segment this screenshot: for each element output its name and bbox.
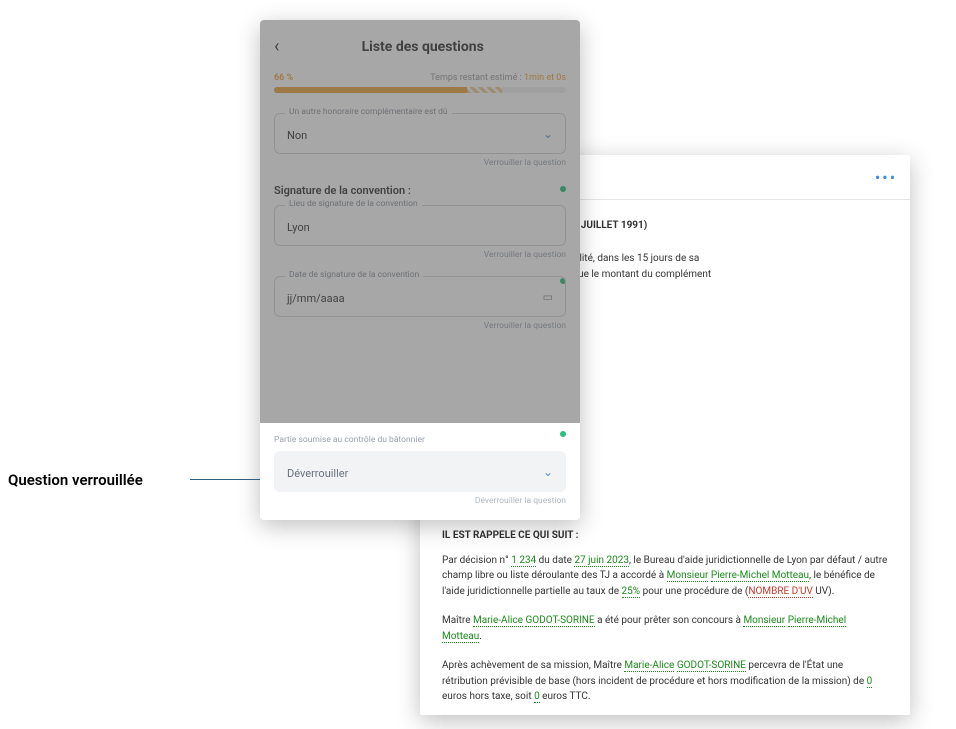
calendar-icon: ▭ xyxy=(543,290,553,303)
document-paragraph: Par décision n° 1 234 du date 27 juin 20… xyxy=(442,553,888,600)
progress-fill xyxy=(274,87,467,93)
status-indicator xyxy=(560,186,566,192)
panel-header: ‹ Liste des questions xyxy=(260,20,580,73)
field-legend: Un autre honoraire complémentaire est dû xyxy=(285,107,452,117)
progress-time-label: Temps restant estimé : xyxy=(430,73,522,83)
title-link[interactable]: Monsieur xyxy=(743,615,785,627)
question-group: Un autre honoraire complémentaire est dû… xyxy=(260,103,580,174)
title-link[interactable]: Monsieur xyxy=(667,570,709,582)
progress-time-value: 1min et 0s xyxy=(524,73,566,83)
input-date-signature[interactable]: Date de signature de la convention jj/mm… xyxy=(274,276,566,317)
chevron-down-icon: ⌄ xyxy=(543,465,553,479)
lock-question-link[interactable]: Verrouiller la question xyxy=(274,321,566,331)
more-options-button[interactable]: ••• xyxy=(872,165,900,189)
lock-question-link[interactable]: Verrouiller la question xyxy=(274,158,566,168)
input-lieu-signature[interactable]: Lieu de signature de la convention Lyon xyxy=(274,205,566,246)
select-honoraire[interactable]: Un autre honoraire complémentaire est dû… xyxy=(274,113,566,154)
annotation-label: Question verrouillée xyxy=(8,471,143,489)
field-legend: Partie soumise au contrôle du bâtonnier xyxy=(274,435,566,445)
progress-section: 66 % Temps restant estimé : 1min et 0s xyxy=(260,73,580,103)
field-value: Non xyxy=(287,129,307,142)
field-legend: Date de signature de la convention xyxy=(285,270,423,280)
person-link[interactable]: Marie-Alice xyxy=(624,660,674,672)
document-section: IL EST RAPPELE CE QUI SUIT : xyxy=(442,528,888,543)
value-link[interactable]: 0 xyxy=(867,676,873,688)
progress-bar xyxy=(274,87,566,93)
chevron-down-icon: ⌄ xyxy=(543,127,553,141)
person-link[interactable]: GODOT-SORINE xyxy=(525,615,594,627)
progress-pending xyxy=(467,87,502,93)
section-label: Signature de la convention : xyxy=(274,184,566,197)
person-link[interactable]: Marie-Alice xyxy=(473,615,523,627)
placeholder-text: NOMBRE D'UV xyxy=(748,586,812,598)
unlock-question-link[interactable]: Déverrouiller la question xyxy=(274,496,566,506)
locked-select[interactable]: Déverrouiller ⌄ xyxy=(274,451,566,492)
locked-question-card: Partie soumise au contrôle du bâtonnier … xyxy=(260,423,580,520)
person-link[interactable]: GODOT-SORINE xyxy=(677,660,746,672)
question-group: Date de signature de la convention jj/mm… xyxy=(260,266,580,337)
panel-title: Liste des questions xyxy=(279,39,566,55)
date-link[interactable]: 27 juin 2023 xyxy=(574,555,629,567)
lock-question-link[interactable]: Verrouiller la question xyxy=(274,250,566,260)
field-value: Déverrouiller xyxy=(287,467,348,480)
field-placeholder: jj/mm/aaaa xyxy=(287,292,345,305)
document-paragraph: Après achèvement de sa mission, Maître M… xyxy=(442,658,888,705)
progress-percent: 66 % xyxy=(274,73,293,83)
person-link[interactable]: Pierre-Michel Motteau xyxy=(711,570,809,582)
field-value: Lyon xyxy=(287,221,310,234)
value-link[interactable]: 1 234 xyxy=(511,555,536,567)
status-indicator xyxy=(560,431,566,437)
value-link[interactable]: 25% xyxy=(622,586,641,598)
document-paragraph: Maître Marie-Alice GODOT-SORINE a été po… xyxy=(442,613,888,644)
question-section: Signature de la convention : Lieu de sig… xyxy=(260,174,580,266)
questions-side-panel: ‹ Liste des questions 66 % Temps restant… xyxy=(260,20,580,520)
field-legend: Lieu de signature de la convention xyxy=(285,199,422,209)
